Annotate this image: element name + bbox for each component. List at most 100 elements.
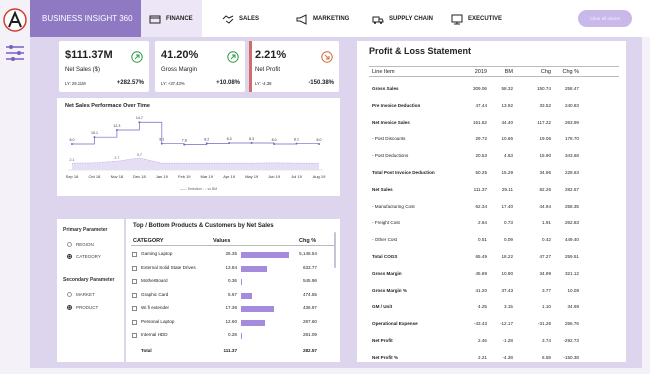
- tab-supply-chain[interactable]: SUPPLY CHAIN: [372, 0, 433, 37]
- pl-line-item: Net Invoice Sales: [372, 119, 410, 125]
- pl-line-item: GM / Unit: [372, 304, 393, 310]
- secondary-option-market[interactable]: MARKET: [67, 292, 95, 297]
- pl-bm: 13.92: [501, 102, 514, 108]
- pl-2019: 309.06: [472, 86, 487, 91]
- kpi-last-year: LY: +37.43%: [161, 81, 185, 86]
- pl-line-item: - Freight Cost: [372, 220, 400, 226]
- primary-option-region[interactable]: REGION: [67, 242, 94, 247]
- selection-point[interactable]: [250, 142, 253, 145]
- pl-chg-pct: 228.63: [564, 170, 579, 175]
- tab-finance[interactable]: FINANCE: [141, 0, 202, 37]
- selection-point[interactable]: [183, 143, 186, 146]
- pl-2019: 4.25: [478, 304, 487, 310]
- selection-point[interactable]: [205, 142, 208, 145]
- pl-chg: 47.27: [539, 254, 552, 259]
- selection-point[interactable]: [93, 136, 96, 139]
- selection-point[interactable]: [160, 142, 163, 145]
- selection-point[interactable]: [273, 143, 276, 145]
- pl-chg: -31.26: [537, 321, 551, 327]
- table-row[interactable]: Gaming Laptop 25.35 5,148.54: [131, 250, 335, 260]
- pl-chg: 6.59: [542, 354, 551, 360]
- header-category[interactable]: CATEGORY: [133, 238, 164, 244]
- row-checkbox[interactable]: [132, 306, 137, 311]
- option-label: CATEGORY: [76, 254, 101, 259]
- selection-point[interactable]: [318, 143, 320, 145]
- pl-chg-pct: 262.83: [564, 220, 579, 226]
- header-line-item[interactable]: Line Item: [372, 69, 395, 75]
- pl-bm: -12.17: [499, 321, 513, 327]
- row-checkbox[interactable]: [132, 279, 137, 284]
- kpi-last-year: LY: 29.11M: [65, 81, 86, 86]
- selection-point[interactable]: [71, 143, 73, 145]
- header-chg[interactable]: Chg: [524, 69, 551, 75]
- kpi-alert-bar: [249, 41, 252, 92]
- selection-point[interactable]: [138, 121, 141, 124]
- radio-button-selected[interactable]: [67, 305, 72, 310]
- x-tick-label: Feb 19: [178, 174, 191, 179]
- header-chg-pct[interactable]: Chg %: [555, 69, 579, 75]
- header-2019[interactable]: 2019: [465, 69, 487, 75]
- table-row[interactable]: Internal HDD 0.28 281.09: [131, 331, 335, 341]
- pl-2019: 45.89: [475, 270, 488, 276]
- table-row[interactable]: External Solid State Drives 13.84 633.77: [131, 264, 335, 274]
- left-rail: [0, 0, 30, 374]
- kpi-value: 41.20%: [161, 49, 199, 61]
- product-chg: 474.55: [302, 291, 317, 297]
- tab-sales[interactable]: SALES: [222, 0, 259, 37]
- table-row[interactable]: Personal Laptop 12.60 287.60: [131, 318, 335, 328]
- primary-option-category[interactable]: CATEGORY: [67, 254, 101, 259]
- product-value: 25.35: [225, 251, 238, 256]
- table-scrollbar[interactable]: [334, 232, 336, 268]
- tab-marketing[interactable]: MARKETING: [296, 0, 349, 37]
- total-value: 111.37: [223, 348, 237, 353]
- pl-chg: 33.52: [539, 102, 552, 108]
- radio-button-selected[interactable]: [67, 254, 72, 259]
- pl-row: - Manufacturing Cost 62.34 17.40 44.94 258.3…: [369, 204, 619, 214]
- pl-bm: 10.66: [501, 136, 514, 142]
- row-checkbox[interactable]: [132, 333, 137, 338]
- clear-slicers-button[interactable]: Clear all slicers: [578, 10, 632, 27]
- table-row[interactable]: MotherBoard 0.36 545.96: [131, 277, 335, 287]
- table-row[interactable]: Graphic Card 5.67 474.55: [131, 291, 335, 301]
- value-bar: [241, 265, 268, 272]
- row-checkbox[interactable]: [132, 252, 137, 257]
- pl-line-item: Total Post Invoice Deduction: [372, 170, 435, 175]
- selection-point[interactable]: [228, 142, 231, 145]
- pl-chg-pct: 282.57: [564, 186, 579, 192]
- pl-bm: 0.73: [504, 220, 513, 226]
- product-value: 12.60: [225, 318, 238, 324]
- dashboard-page: BUSINESS INSIGHT 360 FINANCE SALES MARKE…: [0, 0, 650, 374]
- tab-executive[interactable]: EXECUTIVE: [451, 0, 502, 37]
- radio-button[interactable]: [67, 242, 72, 247]
- brand-title: BUSINESS INSIGHT 360: [30, 0, 141, 37]
- pl-chg-pct: 343.68: [564, 153, 579, 159]
- pl-row: Pre Invoice Deduction 47.44 13.92 33.52 240.…: [369, 103, 619, 113]
- selection-point[interactable]: [295, 142, 298, 145]
- filter-sliders-icon[interactable]: [4, 42, 26, 64]
- supply-chain-icon: [372, 16, 384, 24]
- trend-down-icon: [321, 51, 333, 63]
- radio-button[interactable]: [67, 292, 72, 297]
- product-name: Graphic Card: [141, 291, 169, 297]
- pl-chg: 1.91: [542, 220, 551, 226]
- chart-legend: —— Selection - - vs BM: [179, 187, 218, 191]
- pl-chg-pct: 321.12: [564, 270, 579, 276]
- row-checkbox[interactable]: [132, 265, 137, 271]
- secondary-option-product[interactable]: PRODUCT: [67, 305, 98, 310]
- row-checkbox[interactable]: [132, 292, 137, 298]
- product-chg: 545.96: [302, 278, 317, 283]
- pl-bm: 4.63: [504, 153, 513, 159]
- kpi-label: Net Profit: [255, 67, 281, 73]
- header-chg[interactable]: Chg %: [299, 238, 316, 244]
- total-chg: 282.57: [302, 348, 317, 353]
- row-checkbox[interactable]: [132, 319, 137, 325]
- selection-point[interactable]: [115, 129, 118, 132]
- pl-chg: 1.10: [542, 304, 551, 310]
- pl-table-header: Line Item 2019 BM Chg Chg %: [369, 66, 619, 77]
- header-bm[interactable]: BM: [493, 69, 513, 75]
- pl-chg-pct: 34.98: [567, 304, 580, 310]
- header-values[interactable]: Values: [213, 238, 230, 244]
- data-label-top: 14.7: [136, 116, 143, 120]
- pl-row: - Freight Cost 2.64 0.73 1.91 262.83: [369, 220, 619, 230]
- table-row[interactable]: Wi fi extender 17.36 436.97: [131, 304, 335, 314]
